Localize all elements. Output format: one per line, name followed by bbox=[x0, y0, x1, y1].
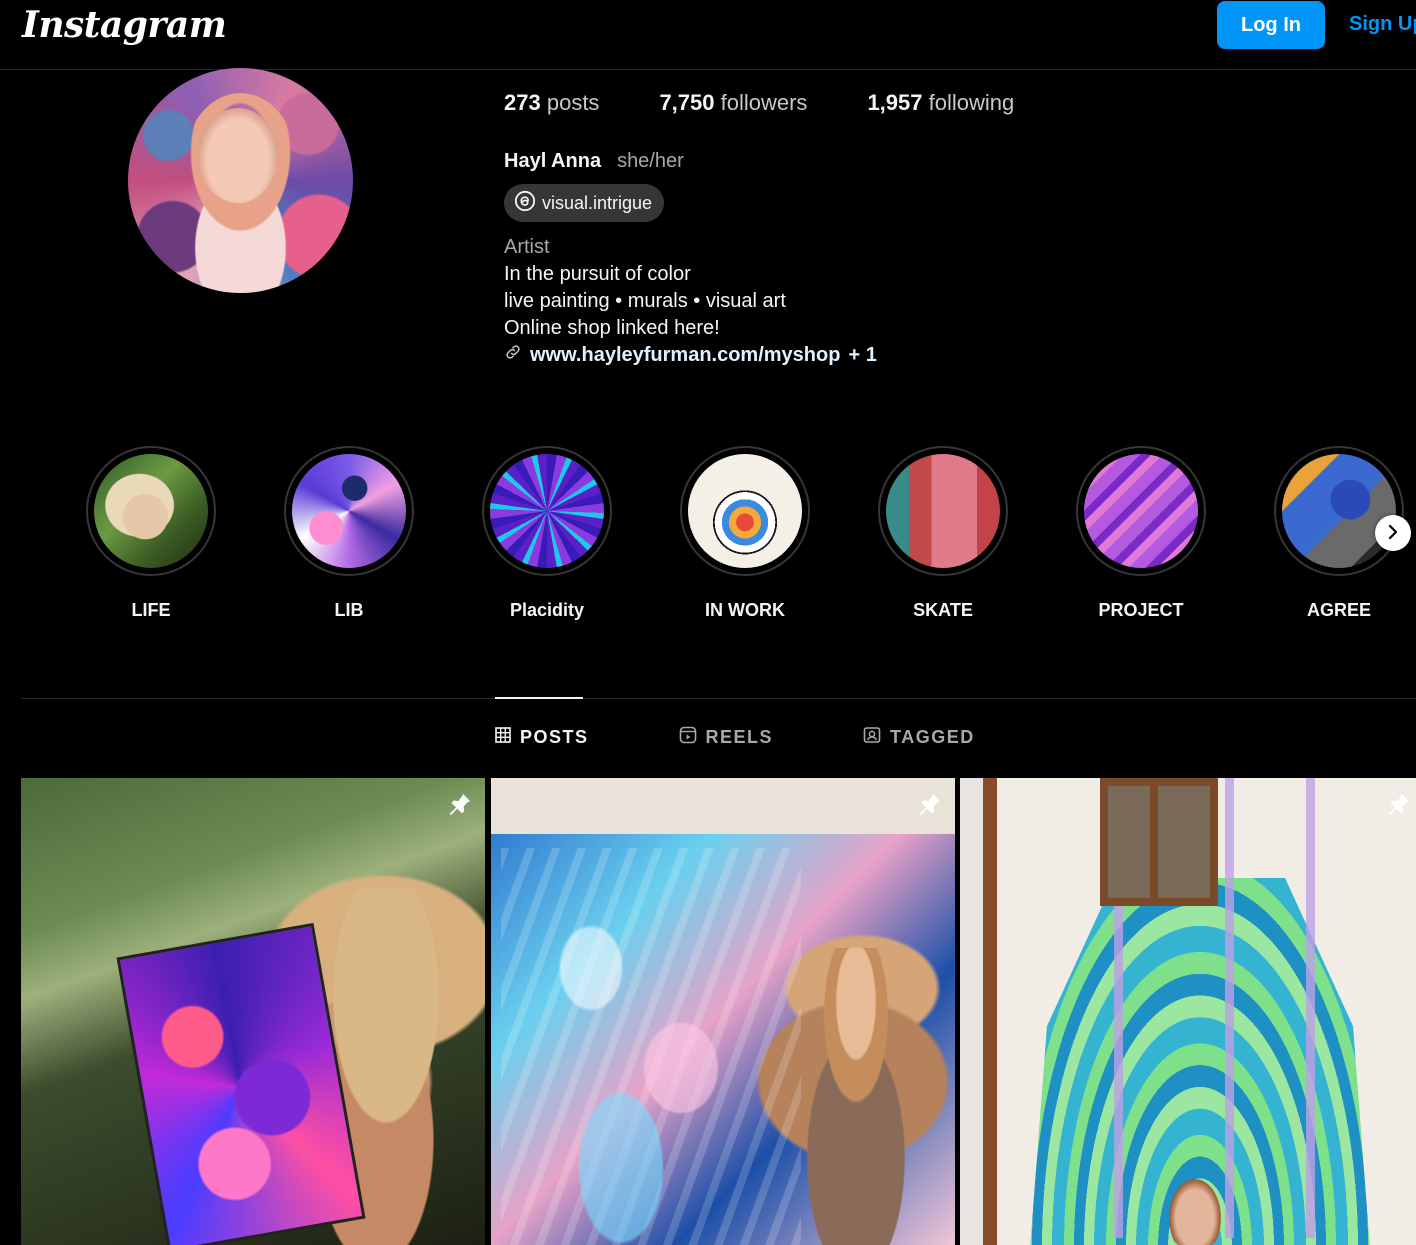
profile-bio: Artist In the pursuit of color live pain… bbox=[504, 234, 877, 369]
story-highlights: LIFE LIB Placidity IN WORK SKATE PROJECT bbox=[86, 446, 1416, 626]
highlight-image bbox=[1282, 454, 1396, 568]
grid-icon bbox=[495, 727, 511, 748]
instagram-logo[interactable]: Instagram bbox=[22, 4, 227, 46]
post-tile[interactable] bbox=[960, 778, 1416, 1245]
tab-tagged[interactable]: TAGGED bbox=[863, 726, 975, 749]
tabs-divider bbox=[21, 698, 1416, 699]
bio-link-extra[interactable]: + 1 bbox=[848, 342, 876, 369]
profile-pronouns: she/her bbox=[617, 150, 684, 172]
bio-line: live painting • murals • visual art bbox=[504, 290, 786, 312]
followers-count: 7,750 bbox=[659, 90, 715, 115]
threads-badge[interactable]: visual.intrigue bbox=[504, 184, 665, 222]
posts-label: posts bbox=[546, 90, 600, 115]
profile-name: Hayl Anna bbox=[504, 150, 602, 172]
highlight-image bbox=[886, 454, 1000, 568]
highlight-ring bbox=[284, 446, 414, 576]
highlight-project[interactable]: PROJECT bbox=[1076, 446, 1206, 621]
signup-link[interactable]: Sign Up bbox=[1349, 13, 1416, 36]
post-photo-person bbox=[1165, 1173, 1225, 1245]
bio-line: In the pursuit of color bbox=[504, 263, 691, 285]
pinned-icon bbox=[1384, 790, 1412, 823]
highlight-ring bbox=[482, 446, 612, 576]
highlight-image bbox=[1084, 454, 1198, 568]
chevron-right-icon bbox=[1385, 520, 1401, 546]
highlight-placidity[interactable]: Placidity bbox=[482, 446, 612, 621]
bio-link-row: www.hayleyfurman.com/myshop + 1 bbox=[504, 342, 877, 369]
tab-reels-label: REELS bbox=[705, 727, 774, 747]
tab-tagged-label: TAGGED bbox=[890, 727, 975, 747]
highlight-ring bbox=[1076, 446, 1206, 576]
active-tab-indicator bbox=[495, 697, 583, 699]
highlight-ring bbox=[86, 446, 216, 576]
posts-stat[interactable]: 273 posts bbox=[504, 90, 599, 116]
highlights-next-button[interactable] bbox=[1375, 515, 1411, 551]
posts-count: 273 bbox=[504, 90, 541, 115]
highlight-ring bbox=[1274, 446, 1404, 576]
threads-icon bbox=[514, 190, 536, 217]
highlight-label: LIFE bbox=[131, 600, 171, 620]
bio-link[interactable]: www.hayleyfurman.com/myshop bbox=[530, 342, 840, 369]
highlight-label: SKATE bbox=[913, 600, 973, 620]
following-count: 1,957 bbox=[867, 90, 923, 115]
tagged-icon bbox=[863, 726, 881, 749]
highlight-image bbox=[94, 454, 208, 568]
highlight-in-work[interactable]: IN WORK bbox=[680, 446, 810, 621]
followers-label: followers bbox=[720, 90, 808, 115]
threads-handle: visual.intrigue bbox=[542, 192, 653, 213]
highlight-lib[interactable]: LIB bbox=[284, 446, 414, 621]
highlight-image bbox=[490, 454, 604, 568]
highlight-label: Placidity bbox=[509, 600, 585, 620]
tab-posts[interactable]: POSTS bbox=[495, 726, 589, 749]
highlight-image bbox=[688, 454, 802, 568]
name-row: Hayl Anna she/her bbox=[504, 150, 684, 173]
post-photo-window bbox=[1100, 778, 1218, 906]
highlight-label: IN WORK bbox=[705, 600, 785, 620]
post-tile[interactable] bbox=[21, 778, 485, 1245]
following-label: following bbox=[928, 90, 1015, 115]
post-tile[interactable] bbox=[491, 778, 955, 1245]
highlight-label: PROJECT bbox=[1098, 600, 1184, 620]
post-photo-person bbox=[771, 948, 941, 1245]
link-icon bbox=[504, 342, 522, 369]
highlight-ring bbox=[680, 446, 810, 576]
following-stat[interactable]: 1,957 following bbox=[867, 90, 1014, 116]
highlight-ring bbox=[878, 446, 1008, 576]
avatar-face bbox=[198, 108, 278, 203]
highlight-life[interactable]: LIFE bbox=[86, 446, 216, 621]
highlight-label: AGREE bbox=[1306, 600, 1371, 620]
highlight-image bbox=[292, 454, 406, 568]
top-bar: Instagram Log In Sign Up bbox=[0, 0, 1416, 70]
pinned-icon bbox=[915, 790, 943, 823]
profile-stats: 273 posts 7,750 followers 1,957 followin… bbox=[504, 90, 1014, 116]
post-photo-painting bbox=[501, 848, 801, 1245]
posts-grid bbox=[21, 778, 1416, 1245]
tab-reels[interactable]: REELS bbox=[679, 726, 774, 749]
highlight-label: LIB bbox=[334, 600, 364, 620]
pinned-icon bbox=[445, 790, 473, 823]
reels-icon bbox=[679, 726, 697, 749]
tab-posts-label: POSTS bbox=[520, 727, 589, 747]
bio-line: Online shop linked here! bbox=[504, 317, 720, 339]
highlight-skate[interactable]: SKATE bbox=[878, 446, 1008, 621]
followers-stat[interactable]: 7,750 followers bbox=[659, 90, 807, 116]
profile-avatar[interactable] bbox=[128, 68, 353, 293]
profile-tabs: POSTS REELS TAGGED bbox=[495, 726, 975, 749]
login-button[interactable]: Log In bbox=[1217, 1, 1325, 49]
profile-category: Artist bbox=[504, 236, 550, 258]
